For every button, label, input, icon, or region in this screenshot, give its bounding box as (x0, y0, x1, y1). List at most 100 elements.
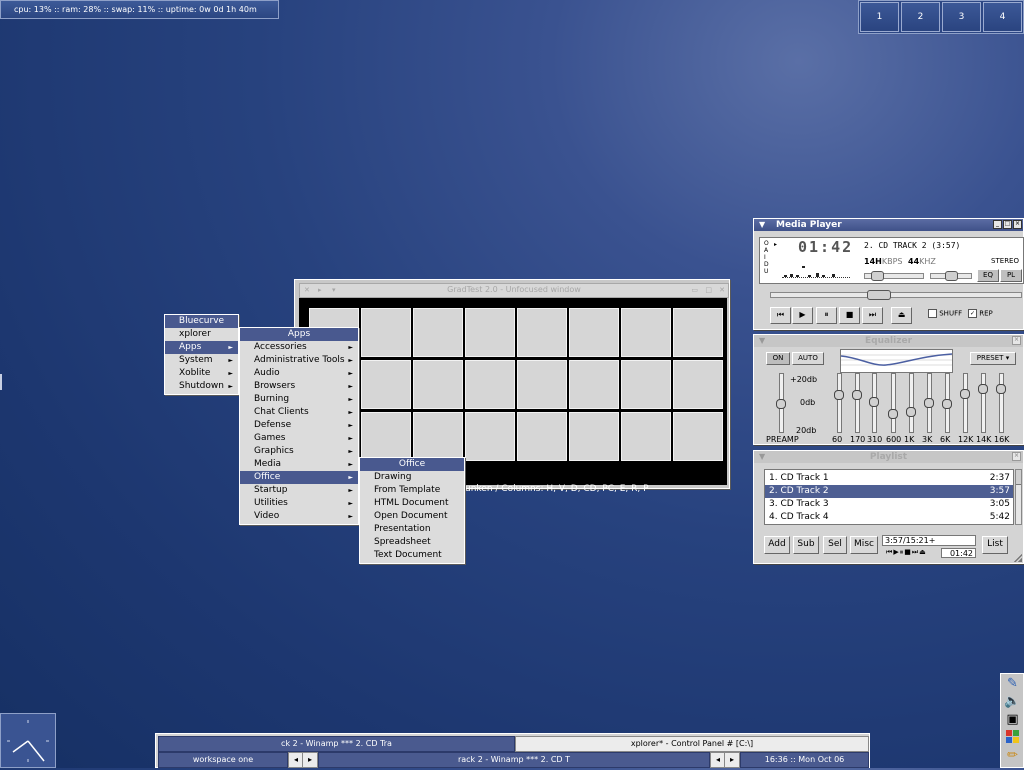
eq-knob[interactable] (869, 396, 879, 407)
playlist-list-button[interactable]: List (982, 536, 1008, 554)
menu-item-open-document[interactable]: Open Document (360, 510, 464, 523)
stop-icon[interactable]: ■ (904, 548, 912, 556)
eq-toggle-button[interactable]: EQ (977, 269, 999, 282)
collapse-icon[interactable]: ▼ (759, 335, 765, 347)
equalizer-titlebar[interactable]: ▼ Equalizer × (754, 335, 1023, 347)
workspace-2-button[interactable]: 2 (901, 2, 940, 32)
repeat-checkbox[interactable]: ✓ REP (968, 309, 993, 318)
minimize-icon[interactable]: _ (993, 220, 1002, 229)
current-task-label[interactable]: rack 2 - Winamp *** 2. CD T (318, 752, 710, 768)
eq-knob[interactable] (776, 399, 786, 409)
close-icon[interactable]: ✕ (304, 284, 310, 296)
eq-knob[interactable] (960, 389, 970, 399)
menu-item-office[interactable]: Office ► (240, 471, 358, 484)
eq-knob[interactable] (888, 409, 898, 419)
balance-knob[interactable] (945, 271, 958, 281)
playlist-row[interactable]: 2. CD Track 2 3:57 (765, 485, 1013, 498)
prev-track-button[interactable]: ⏮ (770, 307, 791, 324)
shuffle-checkbox[interactable]: SHUFF (928, 309, 962, 318)
scrollbar-thumb[interactable] (1016, 470, 1021, 485)
seek-bar[interactable] (770, 290, 1022, 300)
eq-band-slider-310[interactable] (869, 373, 879, 433)
playlist-misc-button[interactable]: Misc (850, 536, 878, 554)
eject-icon[interactable]: ⏏ (919, 548, 927, 556)
menu-item-text-document[interactable]: Text Document (360, 549, 464, 562)
speaker-icon[interactable]: 🔈 (1004, 694, 1021, 710)
gradtest-titlebar[interactable]: ✕ ▸ ▾ GradTest 2.0 - Unfocused window ▭ … (299, 283, 729, 298)
maximize-icon[interactable]: □ (1003, 220, 1012, 229)
menu-item-games[interactable]: Games ► (240, 432, 358, 445)
menu-item-graphics[interactable]: Graphics ► (240, 445, 358, 458)
task-next-button[interactable]: ▸ (724, 752, 740, 768)
playlist-row[interactable]: 4. CD Track 4 5:42 (765, 511, 1013, 524)
eq-knob[interactable] (924, 397, 934, 408)
media-player-window[interactable]: ▼ Media Player _ □ × O A I D U ▸ 01:42 2… (753, 218, 1024, 330)
menu-item-presentation[interactable]: Presentation (360, 523, 464, 536)
playlist-row[interactable]: 1. CD Track 1 2:37 (765, 472, 1013, 485)
menu-item-apps[interactable]: Apps ► (165, 341, 238, 354)
eq-band-slider-6k[interactable] (942, 373, 952, 433)
menu-item-html-document[interactable]: HTML Document (360, 497, 464, 510)
playlist-scrollbar[interactable] (1015, 469, 1022, 525)
menu-item-utilities[interactable]: Utilities ► (240, 497, 358, 510)
close-icon[interactable]: × (1012, 336, 1021, 345)
menu-item-xoblite[interactable]: Xoblite ► (165, 367, 238, 380)
menu-item-spreadsheet[interactable]: Spreadsheet (360, 536, 464, 549)
eq-band-slider-1k[interactable] (906, 373, 916, 433)
eq-on-button[interactable]: ON (766, 352, 790, 365)
windows-flag-icon[interactable] (1004, 730, 1021, 746)
eq-band-slider-170[interactable] (852, 373, 862, 433)
eq-knob[interactable] (996, 384, 1006, 394)
play-button[interactable]: ▶ (792, 307, 813, 324)
resize-grip-icon[interactable] (1014, 554, 1022, 562)
equalizer-window[interactable]: ▼ Equalizer × ON AUTO PRESET ▾ +20db 0db… (753, 334, 1024, 445)
playlist-sub-button[interactable]: Sub (793, 536, 819, 554)
collapse-icon[interactable]: ▼ (759, 219, 765, 231)
menu-item-from-template[interactable]: From Template (360, 484, 464, 497)
menu-item-shutdown[interactable]: Shutdown ► (165, 380, 238, 393)
stop-button[interactable]: ■ (839, 307, 860, 324)
menu-item-xplorer[interactable]: xplorer (165, 328, 238, 341)
playlist-window[interactable]: ▼ Playlist × 1. CD Track 1 2:37 2. CD Trac… (753, 450, 1024, 564)
volume-slider[interactable] (864, 271, 924, 281)
playlist-sel-button[interactable]: Sel (823, 536, 847, 554)
volume-knob[interactable] (871, 271, 884, 281)
menu-item-media[interactable]: Media ► (240, 458, 358, 471)
menu-item-startup[interactable]: Startup ► (240, 484, 358, 497)
pencil-icon[interactable]: ✏ (1004, 748, 1021, 764)
menu-item-video[interactable]: Video ► (240, 510, 358, 523)
maximize-icon[interactable]: □ (705, 284, 712, 296)
pen-icon[interactable]: ✎ (1004, 676, 1021, 692)
menu-item-audio[interactable]: Audio ► (240, 367, 358, 380)
workspace-3-button[interactable]: 3 (942, 2, 981, 32)
menu-item-accessories[interactable]: Accessories ► (240, 341, 358, 354)
menu-item-system[interactable]: System ► (165, 354, 238, 367)
eq-band-slider-12k[interactable] (960, 373, 970, 433)
chevron-down-icon[interactable]: ▾ (332, 284, 336, 296)
computer-icon[interactable]: ▣ (1004, 712, 1021, 728)
workspace-next-button[interactable]: ▸ (302, 752, 318, 768)
pl-toggle-button[interactable]: PL (1000, 269, 1022, 282)
close-icon[interactable]: × (1013, 220, 1022, 229)
next-track-button[interactable]: ⏭ (862, 307, 883, 324)
menu-item-defense[interactable]: Defense ► (240, 419, 358, 432)
eq-band-slider-14k[interactable] (978, 373, 988, 433)
menu-item-burning[interactable]: Burning ► (240, 393, 358, 406)
menu-item-drawing[interactable]: Drawing (360, 471, 464, 484)
eq-knob[interactable] (942, 399, 952, 409)
playlist-row[interactable]: 3. CD Track 3 3:05 (765, 498, 1013, 511)
eq-band-slider-60[interactable] (834, 373, 844, 433)
eq-knob[interactable] (852, 390, 862, 400)
eq-band-slider-600[interactable] (888, 373, 898, 433)
task-button-winamp[interactable]: ck 2 - Winamp *** 2. CD Tra (158, 736, 515, 752)
menu-item-chat-clients[interactable]: Chat Clients ► (240, 406, 358, 419)
eq-band-slider-16k[interactable] (996, 373, 1006, 433)
close-icon[interactable]: × (1012, 452, 1021, 461)
pin-icon[interactable]: ▸ (318, 284, 322, 296)
balance-slider[interactable] (930, 271, 972, 281)
eq-auto-button[interactable]: AUTO (792, 352, 824, 365)
collapse-icon[interactable]: ▼ (759, 451, 765, 463)
eq-band-slider-3k[interactable] (924, 373, 934, 433)
eject-button[interactable]: ⏏ (891, 307, 912, 324)
eq-knob[interactable] (978, 384, 988, 394)
